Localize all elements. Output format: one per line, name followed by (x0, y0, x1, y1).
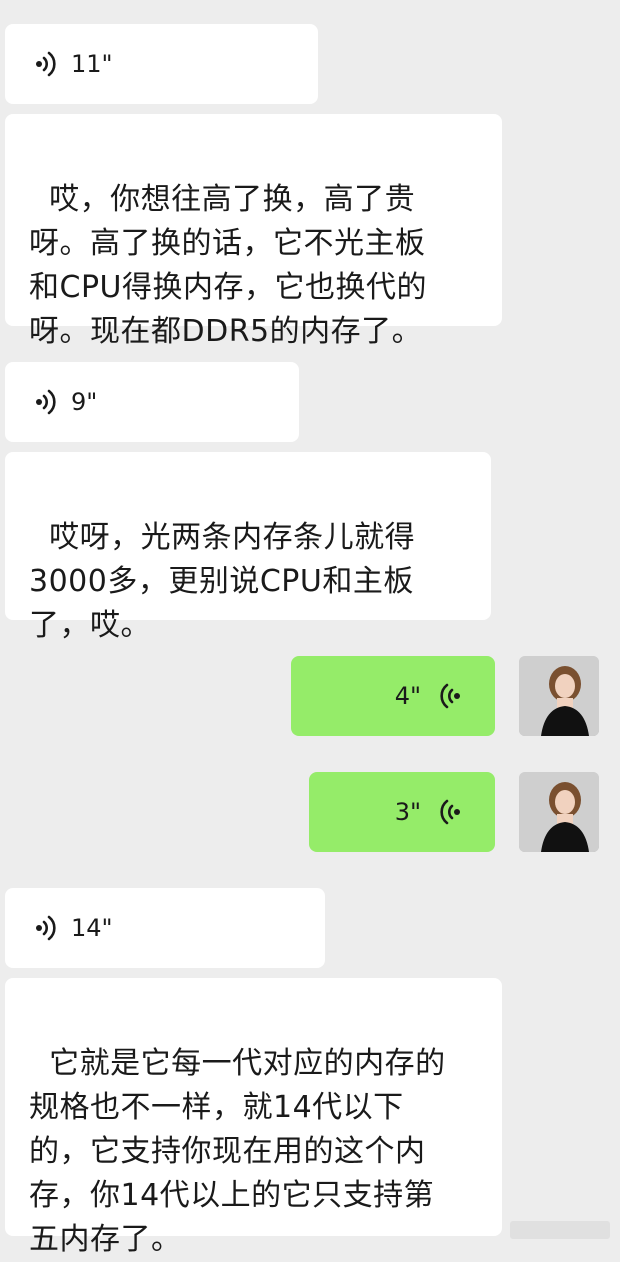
voice-message-outgoing[interactable]: 3" (309, 772, 495, 852)
voice-message-incoming[interactable]: 9" (5, 362, 299, 442)
voice-wave-icon (35, 51, 57, 77)
voice-wave-icon (439, 799, 461, 825)
voice-duration: 14" (71, 914, 113, 942)
voice-wave-icon (439, 683, 461, 709)
voice-duration: 4" (394, 682, 421, 710)
voice-duration: 11" (71, 50, 113, 78)
user-avatar[interactable] (519, 656, 599, 736)
voice-message-outgoing[interactable]: 4" (291, 656, 495, 736)
voice-message-incoming[interactable]: 11" (5, 24, 318, 104)
voice-duration: 3" (394, 798, 421, 826)
text-message-incoming[interactable]: 它就是它每一代对应的内存的 规格也不一样，就14代以下 的，它支持你现在用的这个… (5, 978, 502, 1257)
voice-message-incoming[interactable]: 14" (5, 888, 325, 968)
voice-wave-icon (35, 389, 57, 415)
message-text: 它就是它每一代对应的内存的 规格也不一样，就14代以下 的，它支持你现在用的这个… (29, 1046, 446, 1257)
message-text: 哎呀，光两条内存条儿就得 3000多，更别说CPU和主板 了，哎。 (29, 520, 416, 643)
message-text: 哎，你想往高了换，高了贵 呀。高了换的话，它不光主板 和CPU得换内存，它也换代… (29, 182, 427, 349)
user-avatar[interactable] (519, 772, 599, 852)
watermark (510, 1221, 610, 1239)
text-message-incoming[interactable]: 哎，你想往高了换，高了贵 呀。高了换的话，它不光主板 和CPU得换内存，它也换代… (5, 114, 502, 349)
voice-wave-icon (35, 915, 57, 941)
voice-duration: 9" (71, 388, 98, 416)
text-message-incoming[interactable]: 哎呀，光两条内存条儿就得 3000多，更别说CPU和主板 了，哎。 (5, 452, 491, 643)
